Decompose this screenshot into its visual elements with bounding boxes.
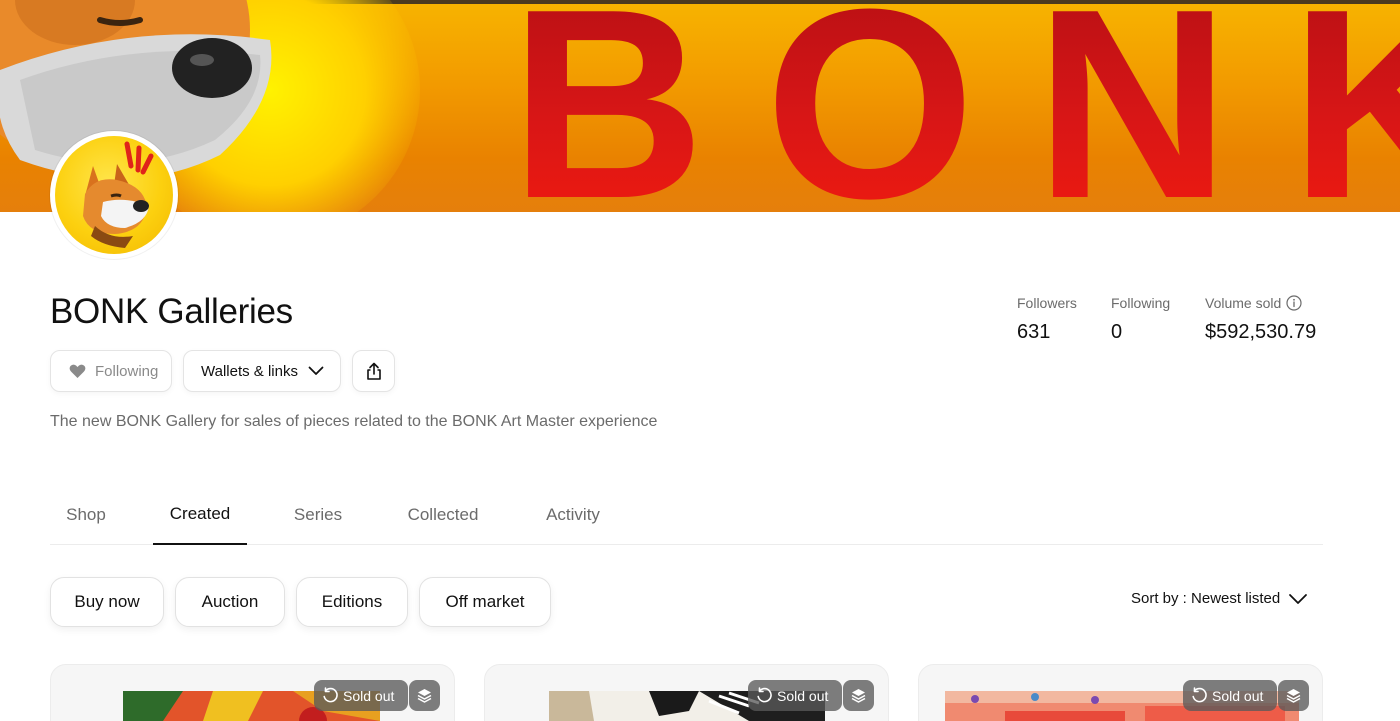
following-button-label: Following	[95, 362, 159, 380]
chevron-down-icon	[308, 366, 324, 375]
artwork-card[interactable]: Sold out	[484, 664, 889, 721]
banner-wordmark: BONK	[510, 0, 1400, 212]
volume-sold-label: Volume sold	[1205, 295, 1282, 311]
tab-collected[interactable]: Collected	[395, 495, 491, 545]
profile-bio: The new BONK Gallery for sales of pieces…	[50, 413, 658, 430]
tab-series[interactable]: Series	[282, 495, 354, 545]
filter-off-market[interactable]: Off market	[419, 577, 551, 627]
chevron-down-icon	[1289, 593, 1308, 604]
sold-out-badge: Sold out	[748, 680, 842, 711]
sort-dropdown[interactable]: Sort by : Newest listed	[1131, 590, 1308, 607]
refresh-icon	[323, 687, 338, 703]
filter-buy-now[interactable]: Buy now	[50, 577, 164, 627]
following-button[interactable]: Following	[50, 350, 172, 392]
followers-count: 631	[1017, 321, 1051, 343]
sold-out-label: Sold out	[1212, 687, 1264, 704]
filter-editions[interactable]: Editions	[296, 577, 408, 627]
edition-stack-badge	[1278, 680, 1309, 711]
refresh-icon	[1192, 687, 1207, 703]
refresh-icon	[757, 687, 772, 703]
layers-icon	[417, 689, 432, 703]
following-label: Following	[1111, 295, 1171, 311]
share-icon	[366, 362, 381, 380]
volume-sold-value: $592,530.79	[1205, 321, 1317, 343]
profile-avatar[interactable]	[50, 131, 178, 259]
edition-stack-badge	[409, 680, 440, 711]
profile-name: BONK Galleries	[50, 292, 293, 331]
layers-icon	[851, 689, 866, 703]
layers-icon	[1286, 689, 1301, 703]
bonk-dog-avatar-icon	[83, 141, 154, 248]
profile-banner: BONK	[0, 0, 1400, 212]
avatar-image	[55, 136, 173, 254]
sort-label: Sort by : Newest listed	[1131, 590, 1281, 607]
tab-shop[interactable]: Shop	[50, 495, 122, 545]
artwork-card[interactable]: Sold out	[918, 664, 1323, 721]
sold-out-badge: Sold out	[314, 680, 408, 711]
sold-out-label: Sold out	[343, 687, 395, 704]
volume-sold-label-row: Volume sold	[1205, 295, 1316, 311]
volume-sold-stat: Volume sold $592,530.79	[1205, 295, 1316, 344]
tab-activity[interactable]: Activity	[533, 495, 613, 545]
sold-out-label: Sold out	[777, 687, 829, 704]
followers-stat[interactable]: Followers 631	[1017, 295, 1077, 344]
profile-tabs: Shop Created Series Collected Activity	[50, 495, 1323, 545]
wallets-links-label: Wallets & links	[201, 362, 298, 380]
followers-label: Followers	[1017, 295, 1077, 311]
artwork-card[interactable]: Sold out	[50, 664, 455, 721]
share-button[interactable]	[352, 350, 395, 392]
following-count: 0	[1111, 321, 1123, 343]
sold-out-badge: Sold out	[1183, 680, 1277, 711]
filter-auction[interactable]: Auction	[175, 577, 285, 627]
edition-stack-badge	[843, 680, 874, 711]
tab-created[interactable]: Created	[153, 495, 247, 545]
wallets-links-dropdown[interactable]: Wallets & links	[183, 350, 341, 392]
info-icon[interactable]	[1286, 295, 1302, 311]
heart-icon	[69, 364, 86, 378]
following-stat[interactable]: Following 0	[1111, 295, 1170, 344]
